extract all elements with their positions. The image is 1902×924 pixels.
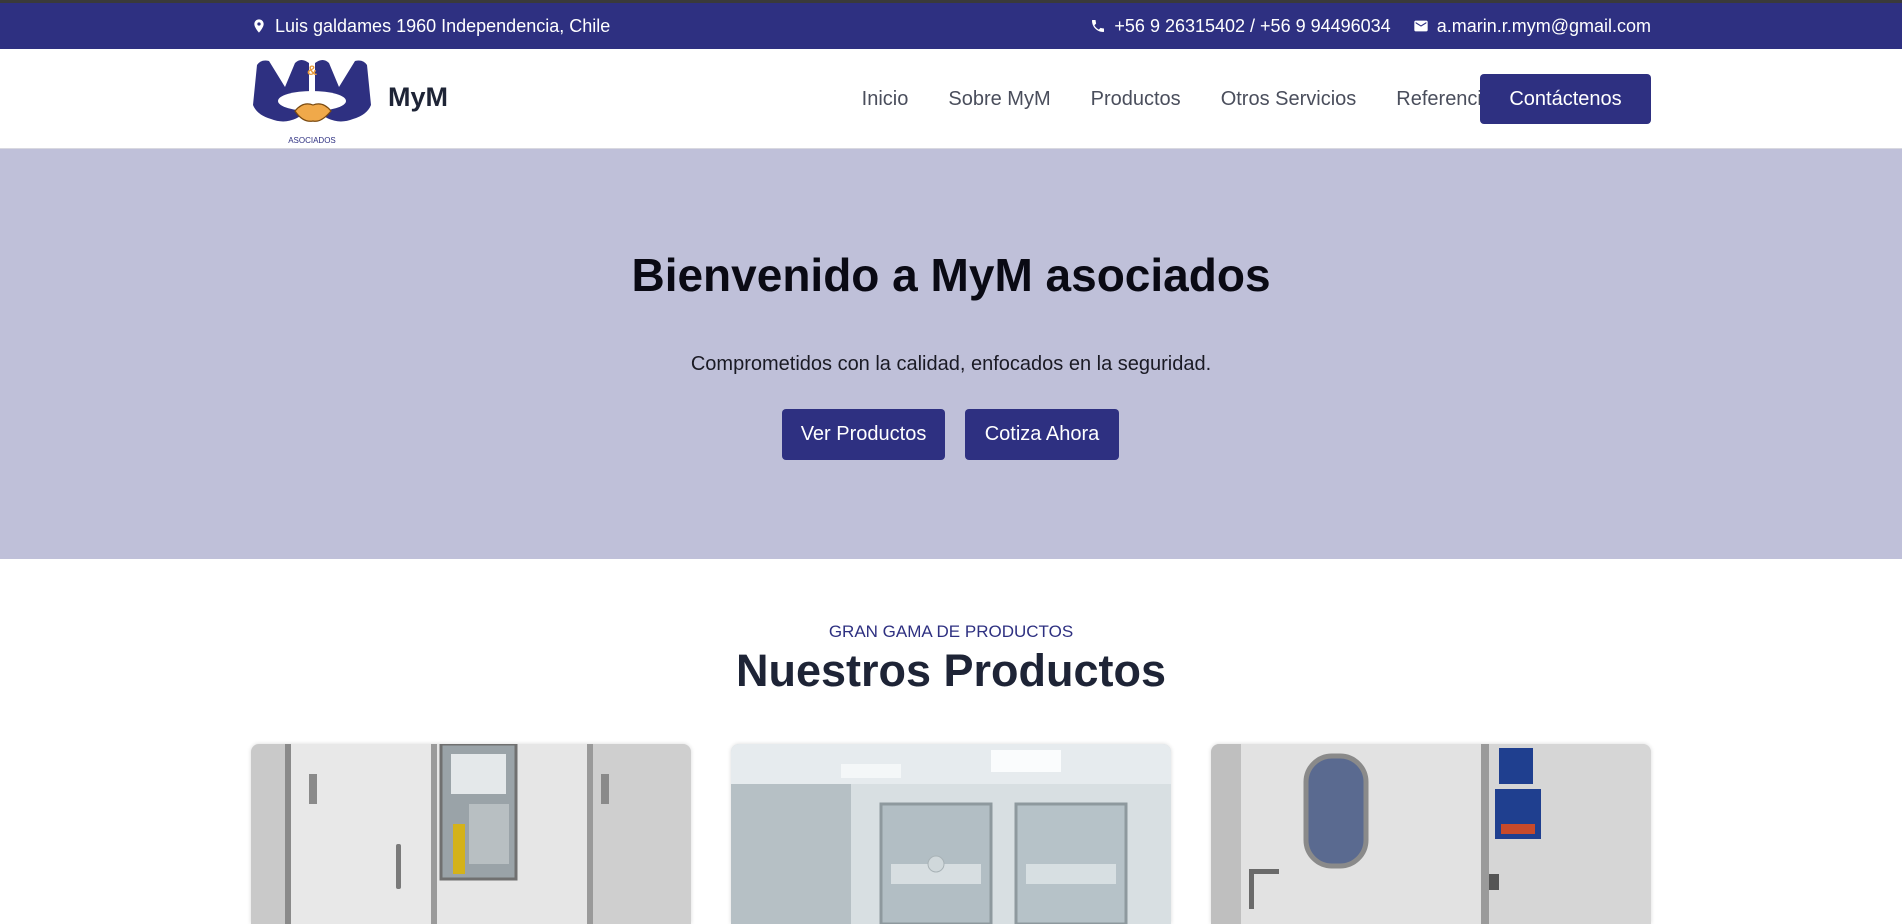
product-card-3[interactable] xyxy=(1211,744,1651,924)
brand-name[interactable]: MyM xyxy=(388,82,448,113)
phone-icon xyxy=(1090,18,1106,34)
products-title: Nuestros Productos xyxy=(735,645,1167,696)
site-header: & ASOCIADOS MyM Inicio Sobre MyM Product… xyxy=(0,49,1902,149)
product-door-image-1 xyxy=(251,744,691,924)
hero-title: Bienvenido a MyM asociados xyxy=(631,249,1271,301)
product-door-image-3 xyxy=(1211,744,1651,924)
email-item[interactable]: a.marin.r.mym@gmail.com xyxy=(1413,16,1651,37)
mym-logo[interactable]: & ASOCIADOS xyxy=(251,57,373,149)
phone-item[interactable]: +56 9 26315402 / +56 9 94496034 xyxy=(1090,15,1391,37)
quote-now-button[interactable]: Cotiza Ahora xyxy=(965,409,1119,460)
contact-topbar: Luis galdames 1960 Independencia, Chile … xyxy=(0,3,1902,49)
nav-item-sobre-mym[interactable]: Sobre MyM xyxy=(948,88,1050,111)
nav-item-otros-servicios[interactable]: Otros Servicios xyxy=(1221,88,1357,111)
contact-button[interactable]: Contáctenos xyxy=(1480,74,1651,124)
product-cleanroom-image-2 xyxy=(731,744,1171,924)
product-card-2[interactable] xyxy=(731,744,1171,924)
nav-item-inicio[interactable]: Inicio xyxy=(862,88,909,111)
product-card-1[interactable] xyxy=(251,744,691,924)
mail-icon xyxy=(1413,18,1429,34)
products-eyebrow: GRAN GAMA DE PRODUCTOS xyxy=(828,622,1074,641)
address-text: Luis galdames 1960 Independencia, Chile xyxy=(275,15,611,36)
hero-subtitle: Comprometidos con la calidad, enfocados … xyxy=(690,353,1212,375)
location-pin-icon xyxy=(251,18,267,34)
hero-section: Bienvenido a MyM asociados Comprometidos… xyxy=(0,149,1902,559)
nav-item-productos[interactable]: Productos xyxy=(1091,88,1181,111)
phone-text: +56 9 26315402 / +56 9 94496034 xyxy=(1114,15,1391,36)
address-item: Luis galdames 1960 Independencia, Chile xyxy=(251,16,610,37)
email-text: a.marin.r.mym@gmail.com xyxy=(1436,15,1651,36)
main-nav: Inicio Sobre MyM Productos Otros Servici… xyxy=(862,49,1503,149)
svg-text:&: & xyxy=(307,62,317,78)
view-products-button[interactable]: Ver Productos xyxy=(782,409,945,460)
svg-text:ASOCIADOS: ASOCIADOS xyxy=(288,136,336,145)
